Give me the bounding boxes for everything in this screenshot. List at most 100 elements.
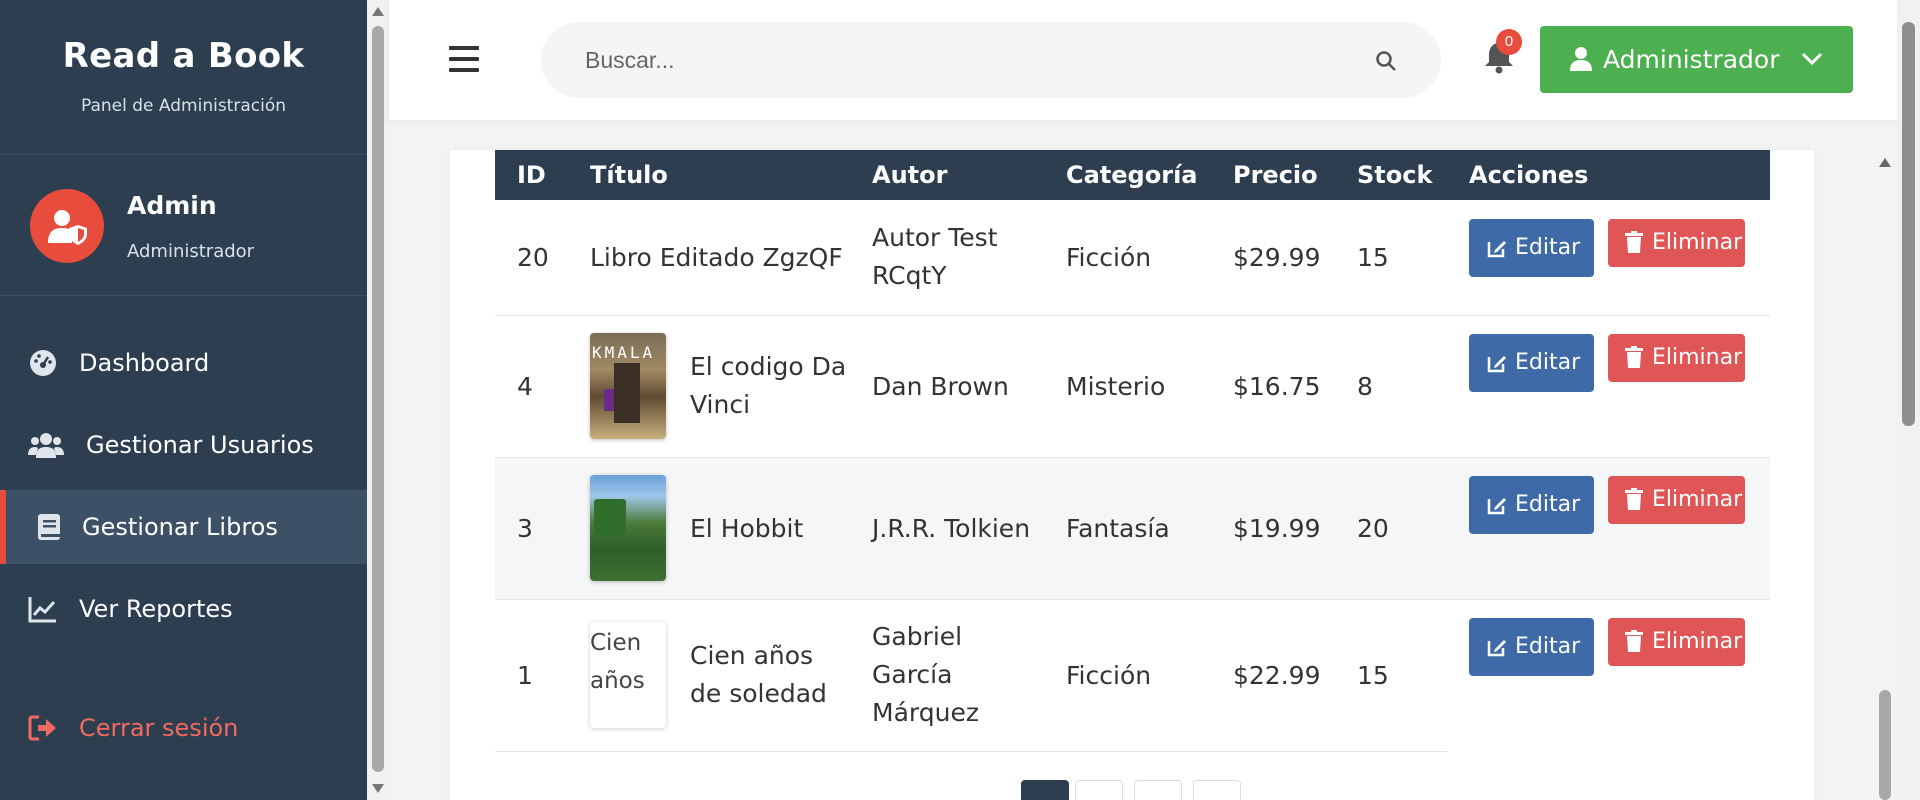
notification-badge: 0 <box>1496 29 1522 55</box>
sidebar-item-reports[interactable]: Ver Reportes <box>0 572 367 646</box>
cell-stock: 20 <box>1335 457 1447 600</box>
page-button[interactable] <box>1134 780 1182 800</box>
cell-id: 1 <box>495 599 568 752</box>
cell-price: $22.99 <box>1211 599 1335 752</box>
column-header-price: Precio <box>1233 161 1318 189</box>
delete-label: Eliminar <box>1652 486 1743 512</box>
scrollbar-thumb[interactable] <box>1879 690 1891 800</box>
sidebar-item-books[interactable]: Gestionar Libros <box>0 490 367 564</box>
search-icon[interactable] <box>1375 50 1397 72</box>
scroll-down-arrow-icon[interactable] <box>372 784 384 793</box>
sidebar-item-dashboard[interactable]: Dashboard <box>0 326 367 400</box>
book-cover-image: Cien años <box>590 622 666 728</box>
delete-label: Eliminar <box>1652 344 1743 370</box>
sidebar-scrollbar[interactable] <box>367 0 389 800</box>
cell-price: $19.99 <box>1211 457 1335 600</box>
cell-title: El Hobbit <box>568 457 850 600</box>
cell-title: Cien años Cien años de soledad <box>568 599 850 752</box>
column-header-category: Categoría <box>1066 161 1198 189</box>
broken-image-alt-text: Cien años <box>590 630 645 694</box>
edit-label: Editar <box>1515 491 1581 517</box>
sidebar-item-label: Ver Reportes <box>79 595 233 623</box>
edit-icon <box>1487 355 1506 372</box>
delete-button[interactable]: Eliminar <box>1608 219 1745 267</box>
logout-label: Cerrar sesión <box>79 714 239 742</box>
trash-icon <box>1625 629 1643 652</box>
edit-icon <box>1487 639 1506 656</box>
cell-actions: Editar Eliminar <box>1447 599 1770 751</box>
table-row: 20 Libro Editado ZgzQF Autor Test RCqtY … <box>495 200 1770 316</box>
book-title: Cien años de soledad <box>690 641 827 708</box>
edit-icon <box>1487 241 1506 258</box>
edit-label: Editar <box>1515 349 1581 375</box>
content-scrollbar[interactable] <box>1874 150 1896 800</box>
column-header-id: ID <box>517 161 546 189</box>
sidebar-item-label: Gestionar Usuarios <box>86 431 314 459</box>
book-icon <box>38 514 60 540</box>
cell-category: Ficción <box>1044 200 1211 316</box>
sign-out-icon <box>28 715 56 741</box>
user-role: Administrador <box>127 241 255 262</box>
cell-actions: Editar Eliminar <box>1447 315 1770 458</box>
cell-title: KMALA El codigo Da Vinci <box>568 315 850 458</box>
admin-label: Administrador <box>1603 45 1780 74</box>
users-icon <box>28 433 64 458</box>
cell-price: $29.99 <box>1211 200 1335 316</box>
chevron-down-icon <box>1801 52 1823 66</box>
books-table: ID Título Autor Categoría Precio Stock A… <box>495 150 1770 752</box>
top-header: 0 Administrador <box>389 0 1897 120</box>
scroll-up-arrow-icon[interactable] <box>1879 158 1891 167</box>
trash-icon <box>1625 231 1643 253</box>
cell-price: $16.75 <box>1211 315 1335 458</box>
table-row: 3 El Hobbit J.R.R. Tolkien Fantasía $19.… <box>495 457 1770 600</box>
scrollbar-thumb[interactable] <box>372 26 384 772</box>
admin-dropdown-button[interactable]: Administrador <box>1540 26 1853 93</box>
edit-label: Editar <box>1515 235 1581 260</box>
delete-button[interactable]: Eliminar <box>1608 475 1745 524</box>
delete-label: Eliminar <box>1652 230 1743 255</box>
sidebar-item-label: Gestionar Libros <box>82 513 278 541</box>
brand-title: Read a Book <box>62 36 305 76</box>
trash-icon <box>1625 345 1643 368</box>
column-header-title: Título <box>590 161 668 189</box>
cover-text: KMALA <box>592 343 656 362</box>
cell-actions: Editar Eliminar <box>1447 457 1770 600</box>
sidebar-item-users[interactable]: Gestionar Usuarios <box>0 408 367 482</box>
page-button-active[interactable] <box>1021 780 1069 800</box>
hamburger-menu-icon[interactable] <box>449 46 479 72</box>
page-scrollbar[interactable] <box>1897 0 1920 800</box>
scroll-up-arrow-icon[interactable] <box>372 7 384 16</box>
page-button[interactable] <box>1193 780 1241 800</box>
search-bar <box>541 22 1441 98</box>
brand: Read a Book Panel de Administración <box>0 0 367 155</box>
cell-category: Misterio <box>1044 315 1211 458</box>
cell-stock: 8 <box>1335 315 1447 458</box>
column-header-author: Autor <box>872 161 948 189</box>
scrollbar-thumb[interactable] <box>1902 22 1915 426</box>
sidebar-item-label: Dashboard <box>79 349 210 377</box>
cell-id: 4 <box>495 315 568 458</box>
avatar <box>30 189 104 263</box>
delete-button[interactable]: Eliminar <box>1608 617 1745 666</box>
cell-category: Ficción <box>1044 599 1211 752</box>
logout-link[interactable]: Cerrar sesión <box>0 691 367 765</box>
cell-stock: 15 <box>1335 200 1447 316</box>
book-cover-image: KMALA <box>590 333 666 439</box>
delete-button[interactable]: Eliminar <box>1608 333 1745 382</box>
book-cover-image <box>590 475 666 581</box>
cell-actions: Editar Eliminar <box>1447 200 1770 316</box>
edit-button[interactable]: Editar <box>1469 219 1594 277</box>
book-title: El codigo Da Vinci <box>690 352 847 419</box>
page-button[interactable] <box>1075 780 1123 800</box>
search-input[interactable] <box>585 44 1345 76</box>
edit-button[interactable]: Editar <box>1469 333 1594 392</box>
sidebar: Read a Book Panel de Administración Admi… <box>0 0 367 800</box>
edit-button[interactable]: Editar <box>1469 475 1594 534</box>
user-shield-icon <box>48 210 87 245</box>
user-icon <box>1570 47 1592 71</box>
edit-button[interactable]: Editar <box>1469 617 1594 676</box>
tachometer-icon <box>30 350 56 376</box>
trash-icon <box>1625 487 1643 510</box>
cell-author: Gabriel García Márquez <box>850 599 1044 752</box>
cell-author: Dan Brown <box>850 315 1044 458</box>
